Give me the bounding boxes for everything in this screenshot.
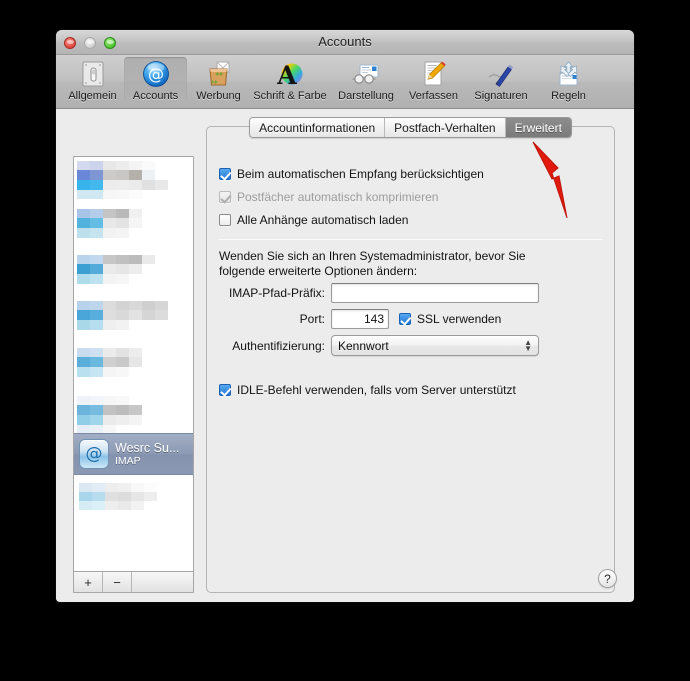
list-item[interactable] bbox=[74, 249, 193, 295]
authentication-select[interactable]: Kennwort ▲ ▼ bbox=[331, 335, 539, 356]
checkbox-compact-mailboxes bbox=[219, 191, 231, 203]
toolbar-label-verfassen: Verfassen bbox=[409, 90, 458, 102]
toolbar-label-accounts: Accounts bbox=[132, 90, 179, 102]
checkbox-label-idle: IDLE-Befehl verwenden, falls vom Server … bbox=[237, 383, 516, 397]
junk-bag-icon bbox=[187, 59, 250, 89]
window-title: Accounts bbox=[318, 34, 372, 49]
port-label: Port: bbox=[299, 312, 325, 326]
toolbar-item-regeln[interactable]: Regeln bbox=[537, 57, 600, 102]
chevron-up-down-icon: ▲ ▼ bbox=[524, 337, 532, 353]
list-item-selected-account[interactable]: @ Wesrc Su... IMAP bbox=[74, 433, 193, 475]
toolbar-item-werbung[interactable]: Werbung bbox=[187, 57, 250, 102]
checkbox-label-compact-mailboxes: Postfächer automatisch komprimieren bbox=[237, 190, 439, 204]
checkbox-download-attachments[interactable] bbox=[219, 214, 231, 226]
accounts-list[interactable]: @ Wesrc Su... IMAP bbox=[74, 157, 193, 565]
accounts-sidebar: @ Wesrc Su... IMAP + − bbox=[73, 156, 194, 593]
section-divider-top bbox=[219, 239, 603, 240]
blurred-account-row bbox=[77, 396, 142, 433]
port-row: Port: 143 SSL verwenden bbox=[207, 309, 614, 329]
accounts-preferences-window: Accounts Allgemein @ Accounts Werbung A … bbox=[56, 30, 634, 602]
authentication-row: Authentifizierung: Kennwort ▲ ▼ bbox=[207, 335, 614, 356]
at-sign-account-icon: @ bbox=[79, 439, 109, 469]
tab-accountinformationen[interactable]: Accountinformationen bbox=[250, 118, 386, 137]
checkbox-row-include-auto-fetch[interactable]: Beim automatischen Empfang berücksichtig… bbox=[219, 167, 484, 181]
general-switch-icon bbox=[61, 59, 124, 89]
signature-pen-icon bbox=[465, 59, 537, 89]
admin-note-text: Wenden Sie sich an Ihren Systemadministr… bbox=[219, 249, 526, 278]
at-sign-icon: @ bbox=[124, 59, 187, 89]
checkbox-row-compact-mailboxes: Postfächer automatisch komprimieren bbox=[219, 190, 438, 204]
imap-prefix-input[interactable] bbox=[331, 283, 539, 303]
list-item[interactable] bbox=[74, 295, 193, 341]
tab-erweitert[interactable]: Erweitert bbox=[505, 118, 571, 137]
selected-account-text: Wesrc Su... IMAP bbox=[115, 441, 179, 467]
window-titlebar: Accounts bbox=[56, 30, 634, 55]
svg-text:A: A bbox=[276, 61, 297, 88]
toolbar-item-signaturen[interactable]: Signaturen bbox=[465, 57, 537, 102]
blurred-account-row bbox=[77, 161, 168, 199]
port-input[interactable]: 143 bbox=[331, 309, 389, 329]
toolbar-item-accounts[interactable]: @ Accounts bbox=[124, 57, 187, 102]
viewing-glasses-icon bbox=[330, 59, 402, 89]
sidebar-footer: + − bbox=[74, 571, 193, 592]
checkbox-label-download-attachments: Alle Anhänge automatisch laden bbox=[237, 213, 409, 227]
rules-arrows-icon bbox=[537, 59, 600, 89]
add-account-button[interactable]: + bbox=[74, 572, 103, 592]
checkbox-ssl[interactable] bbox=[399, 313, 411, 325]
tab-postfach-verhalten[interactable]: Postfach-Verhalten bbox=[385, 118, 506, 137]
list-item[interactable] bbox=[74, 475, 193, 521]
sidebar-footer-filler bbox=[132, 572, 193, 592]
toolbar-label-werbung: Werbung bbox=[196, 90, 241, 102]
list-item[interactable] bbox=[74, 341, 193, 387]
toolbar-item-verfassen[interactable]: Verfassen bbox=[402, 57, 465, 102]
toolbar-label-allgemein: Allgemein bbox=[68, 90, 117, 102]
help-button[interactable]: ? bbox=[598, 569, 617, 588]
toolbar-label-signaturen: Signaturen bbox=[474, 90, 528, 102]
font-color-icon: A bbox=[250, 59, 330, 89]
imap-prefix-row: IMAP-Pfad-Präfix: bbox=[207, 283, 614, 303]
blurred-account-row bbox=[77, 348, 142, 377]
remove-account-button[interactable]: − bbox=[103, 572, 132, 592]
authentication-value: Kennwort bbox=[338, 338, 389, 353]
selected-account-name: Wesrc Su... bbox=[115, 440, 180, 455]
toolbar-label-darstellung: Darstellung bbox=[338, 90, 394, 102]
desktop-background: Accounts Allgemein @ Accounts Werbung A … bbox=[0, 0, 690, 681]
authentication-label: Authentifizierung: bbox=[232, 338, 325, 353]
toolbar-label-schrift-farbe: Schrift & Farbe bbox=[253, 90, 327, 102]
tab-bar: Accountinformationen Postfach-Verhalten … bbox=[207, 117, 614, 138]
checkbox-row-idle[interactable]: IDLE-Befehl verwenden, falls vom Server … bbox=[219, 383, 516, 397]
blurred-account-row bbox=[77, 255, 155, 284]
selected-account-type: IMAP bbox=[115, 455, 141, 468]
blurred-account-row bbox=[79, 483, 157, 510]
tab-group: Accountinformationen Postfach-Verhalten … bbox=[249, 117, 572, 138]
imap-prefix-label: IMAP-Pfad-Präfix: bbox=[228, 286, 325, 300]
account-settings-pane: Accountinformationen Postfach-Verhalten … bbox=[206, 117, 615, 593]
blurred-account-row bbox=[77, 301, 168, 330]
list-item[interactable] bbox=[74, 157, 193, 203]
preferences-body: @ Wesrc Su... IMAP + − Accountinformatio… bbox=[56, 109, 634, 601]
toolbar-item-darstellung[interactable]: Darstellung bbox=[330, 57, 402, 102]
toolbar-item-allgemein[interactable]: Allgemein bbox=[61, 57, 124, 102]
svg-text:@: @ bbox=[148, 65, 164, 84]
list-item[interactable] bbox=[74, 387, 193, 433]
compose-pencil-icon bbox=[402, 59, 465, 89]
checkbox-include-auto-fetch[interactable] bbox=[219, 168, 231, 180]
checkbox-label-ssl: SSL verwenden bbox=[417, 312, 502, 326]
preferences-toolbar: Allgemein @ Accounts Werbung A Schrift &… bbox=[56, 55, 634, 109]
checkbox-idle[interactable] bbox=[219, 384, 231, 396]
checkbox-label-include-auto-fetch: Beim automatischen Empfang berücksichtig… bbox=[237, 167, 484, 181]
blurred-account-row bbox=[77, 209, 142, 238]
checkbox-row-download-attachments[interactable]: Alle Anhänge automatisch laden bbox=[219, 213, 408, 227]
toolbar-label-regeln: Regeln bbox=[551, 90, 586, 102]
toolbar-item-schrift-farbe[interactable]: A Schrift & Farbe bbox=[250, 57, 330, 102]
list-item[interactable] bbox=[74, 203, 193, 249]
